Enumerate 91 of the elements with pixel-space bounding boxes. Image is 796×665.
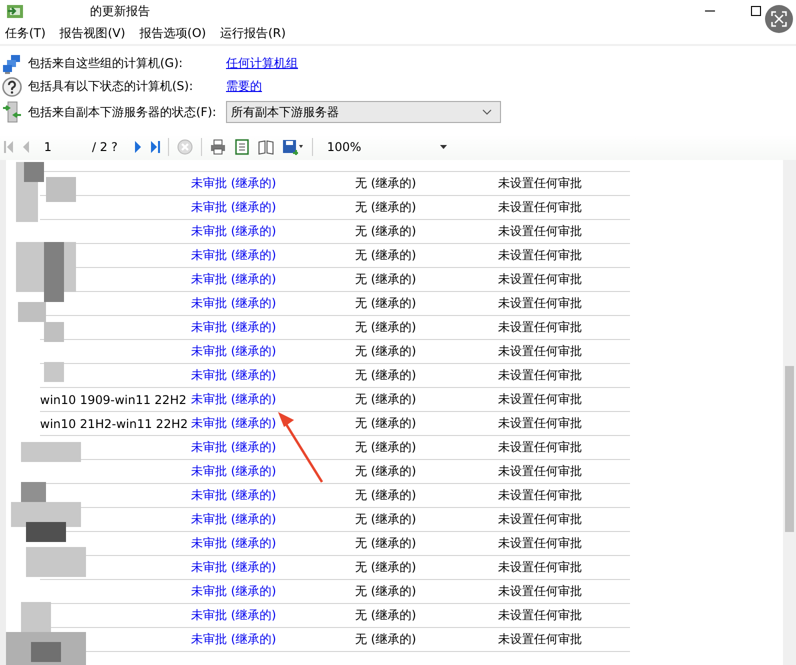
note-cell-text: 未设置任何审批: [498, 559, 583, 576]
note-cell-text: 未设置任何审批: [498, 487, 583, 504]
status-cell-text: 无 (继承的): [355, 175, 418, 192]
computer-cell-text: win10 1909-win11 22H2: [40, 392, 188, 406]
status-cell-text: 无 (继承的): [355, 631, 418, 648]
status-cell-text: 无 (继承的): [355, 607, 418, 624]
maximize-icon[interactable]: [750, 5, 762, 17]
note-cell-text: 未设置任何审批: [498, 463, 583, 480]
print-icon[interactable]: [210, 139, 226, 155]
approval-link[interactable]: 未审批 (继承的): [191, 199, 355, 216]
status-cell-text: 无 (继承的): [355, 367, 418, 384]
computer-cell-text: win10 21H2-win11 22H2: [40, 416, 189, 430]
last-page-icon[interactable]: [150, 140, 160, 154]
status-cell-text: 无 (继承的): [355, 559, 418, 576]
approval-link[interactable]: 未审批 (继承的): [191, 607, 355, 624]
app-icon: [6, 3, 24, 19]
approval-link[interactable]: 未审批 (继承的): [191, 223, 355, 240]
note-cell-text: 未设置任何审批: [498, 439, 583, 456]
approval-link[interactable]: 未审批 (继承的): [191, 583, 355, 600]
approval-link[interactable]: 未审批 (继承的): [191, 631, 355, 648]
filter-label: 包括具有以下状态的计算机(S):: [28, 78, 194, 95]
approval-link[interactable]: 未审批 (继承的): [191, 247, 355, 264]
approval-link[interactable]: 未审批 (继承的): [191, 511, 355, 528]
scrollbar-thumb[interactable]: [785, 366, 794, 532]
chevron-down-icon: [482, 109, 492, 115]
page-total: / 2 ?: [92, 140, 119, 154]
approval-link[interactable]: 未审批 (继承的): [191, 487, 355, 504]
approval-link[interactable]: 未审批 (继承的): [191, 535, 355, 552]
zoom-dropdown[interactable]: 100%: [321, 140, 447, 154]
status-cell-text: 无 (继承的): [355, 247, 418, 264]
note-cell-text: 未设置任何审批: [498, 367, 583, 384]
filter-link[interactable]: 任何计算机组: [226, 55, 298, 72]
approval-link[interactable]: 未审批 (继承的): [191, 367, 355, 384]
approval-link[interactable]: 未审批 (继承的): [191, 319, 355, 336]
approval-link[interactable]: 未审批 (继承的): [191, 391, 355, 408]
note-cell-text: 未设置任何审批: [498, 271, 583, 288]
status-cell-text: 无 (继承的): [355, 583, 418, 600]
computers-icon: [2, 54, 22, 74]
menu-item[interactable]: 报告视图(V): [60, 24, 126, 42]
status-cell-text: 无 (继承的): [355, 343, 418, 360]
approval-link[interactable]: 未审批 (继承的): [191, 295, 355, 312]
note-cell-text: 未设置任何审批: [498, 583, 583, 600]
book-icon[interactable]: [258, 139, 274, 155]
note-cell-text: 未设置任何审批: [498, 343, 583, 360]
menu-item[interactable]: 任务(T): [5, 24, 46, 42]
approval-link[interactable]: 未审批 (继承的): [191, 463, 355, 480]
note-cell-text: 未设置任何审批: [498, 511, 583, 528]
note-cell-text: 未设置任何审批: [498, 199, 583, 216]
server-dropdown[interactable]: 所有副本下游服务器: [226, 101, 501, 123]
save-icon[interactable]: [282, 139, 304, 155]
note-cell-text: 未设置任何审批: [498, 223, 583, 240]
filter-link[interactable]: 需要的: [226, 78, 262, 95]
menu-item[interactable]: 报告选项(O): [139, 24, 206, 42]
note-cell-text: 未设置任何审批: [498, 391, 583, 408]
note-cell-text: 未设置任何审批: [498, 175, 583, 192]
status-cell-text: 无 (继承的): [355, 319, 418, 336]
approval-link[interactable]: 未审批 (继承的): [191, 415, 355, 432]
status-cell-text: 无 (继承的): [355, 199, 418, 216]
status-cell-text: 无 (继承的): [355, 295, 418, 312]
approval-link[interactable]: 未审批 (继承的): [191, 559, 355, 576]
note-cell-text: 未设置任何审批: [498, 295, 583, 312]
note-cell-text: 未设置任何审批: [498, 415, 583, 432]
next-page-icon[interactable]: [134, 140, 142, 154]
approval-link[interactable]: 未审批 (继承的): [191, 271, 355, 288]
status-cell-text: 无 (继承的): [355, 271, 418, 288]
note-cell-text: 未设置任何审批: [498, 319, 583, 336]
page-layout-icon[interactable]: [234, 139, 250, 155]
status-cell-text: 无 (继承的): [355, 511, 418, 528]
approval-link[interactable]: 未审批 (继承的): [191, 175, 355, 192]
caret-icon: [440, 145, 447, 149]
menu-item[interactable]: 运行报告(R): [220, 24, 286, 42]
status-cell-text: 无 (继承的): [355, 415, 418, 432]
filter-label: 包括来自这些组的计算机(G):: [28, 55, 184, 72]
status-cell-text: 无 (继承的): [355, 439, 418, 456]
approval-link[interactable]: 未审批 (继承的): [191, 439, 355, 456]
note-cell-text: 未设置任何审批: [498, 535, 583, 552]
status-cell-text: 无 (继承的): [355, 535, 418, 552]
approval-link[interactable]: 未审批 (继承的): [191, 343, 355, 360]
note-cell-text: 未设置任何审批: [498, 607, 583, 624]
status-cell-text: 无 (继承的): [355, 463, 418, 480]
page-number-field[interactable]: 1: [38, 140, 84, 154]
note-cell-text: 未设置任何审批: [498, 631, 583, 648]
status-cell-text: 无 (继承的): [355, 391, 418, 408]
server-icon: [2, 101, 22, 123]
window-title: 的更新报告: [90, 2, 150, 20]
status-cell-text: 无 (继承的): [355, 223, 418, 240]
note-cell-text: 未设置任何审批: [498, 247, 583, 264]
translate-overlay-icon[interactable]: [764, 4, 794, 34]
filter-label: 包括来自副本下游服务器的状态(F):: [28, 104, 218, 120]
status-cell-text: 无 (继承的): [355, 487, 418, 504]
help-icon: [2, 76, 22, 96]
